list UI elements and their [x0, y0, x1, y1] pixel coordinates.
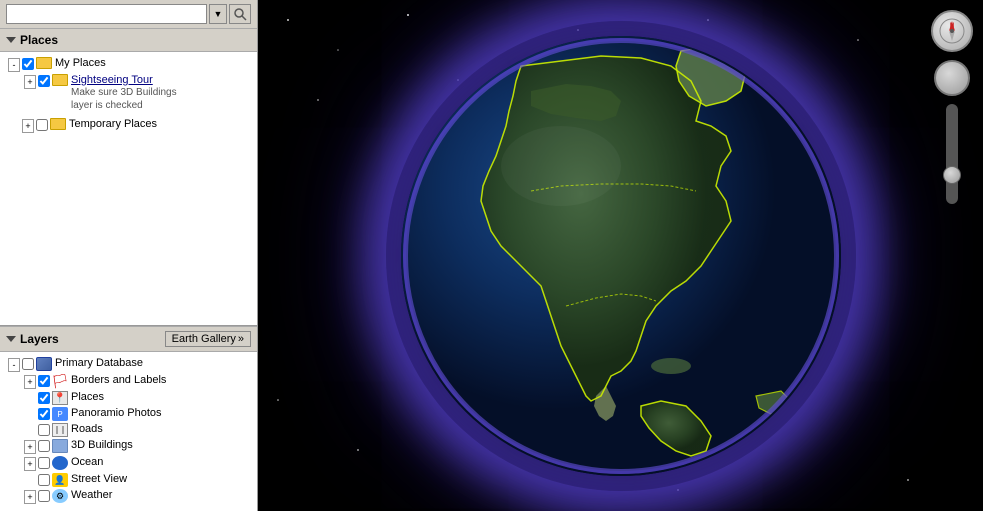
- search-go-btn[interactable]: [229, 4, 251, 24]
- sightseeing-checkbox[interactable]: [38, 75, 50, 87]
- list-item: 📍 Places: [0, 390, 257, 406]
- list-item: + 3D Buildings: [0, 438, 257, 455]
- earth-gallery-arrow: »: [238, 333, 244, 345]
- layers-label: Layers: [20, 332, 59, 346]
- layers-collapse-icon: [6, 336, 16, 342]
- earth-gallery-label: Earth Gallery: [172, 333, 236, 345]
- search-dropdown-btn[interactable]: ▼: [209, 4, 227, 24]
- ocean-icon: [52, 456, 68, 470]
- globe-container[interactable]: [401, 36, 841, 476]
- earth-gallery-btn[interactable]: Earth Gallery »: [165, 331, 251, 347]
- places-label: Places: [20, 33, 58, 47]
- zoom-track: [946, 104, 958, 204]
- layers-section: Layers Earth Gallery » - Primary Databas…: [0, 326, 257, 511]
- search-area: ▼: [0, 0, 257, 29]
- list-item: Roads: [0, 422, 257, 438]
- ocean-label[interactable]: Ocean: [71, 456, 103, 468]
- sightseeing-label[interactable]: Sightseeing Tour: [71, 74, 177, 86]
- temp-places-checkbox[interactable]: [36, 119, 48, 131]
- map-area[interactable]: N: [258, 0, 983, 511]
- places-layer-icon: 📍: [52, 391, 68, 405]
- map-controls: N: [931, 10, 973, 204]
- 3d-label[interactable]: 3D Buildings: [71, 439, 133, 451]
- list-item: + Temporary Places: [0, 117, 257, 134]
- street-view-icon: 👤: [52, 473, 68, 487]
- temp-places-label[interactable]: Temporary Places: [69, 118, 157, 130]
- roads-checkbox[interactable]: [38, 424, 50, 436]
- panoramio-checkbox[interactable]: [38, 408, 50, 420]
- primary-db-checkbox[interactable]: [22, 358, 34, 370]
- left-panel: ▼ Places - My Places +: [0, 0, 258, 511]
- primary-db-expand[interactable]: -: [8, 358, 20, 372]
- ocean-checkbox[interactable]: [38, 457, 50, 469]
- my-places-expand[interactable]: -: [8, 58, 20, 72]
- panoramio-icon: P: [52, 407, 68, 421]
- weather-icon: ⚙: [52, 489, 68, 503]
- places-content: - My Places + Sightseeing Tour Make sure…: [0, 52, 257, 138]
- layers-header-left: Layers: [6, 332, 59, 346]
- primary-db-icon: [36, 357, 52, 371]
- list-item: P Panoramio Photos: [0, 406, 257, 422]
- list-item: - My Places: [0, 56, 257, 73]
- temp-places-folder-icon: [50, 118, 66, 130]
- sightseeing-expand[interactable]: +: [24, 75, 36, 89]
- sightseeing-folder-icon: [52, 74, 68, 86]
- weather-checkbox[interactable]: [38, 490, 50, 502]
- list-item: + Ocean: [0, 455, 257, 472]
- weather-label[interactable]: Weather: [71, 489, 112, 501]
- 3d-expand[interactable]: +: [24, 440, 36, 454]
- globe[interactable]: [401, 36, 841, 476]
- 3d-icon: [52, 439, 68, 453]
- panoramio-label[interactable]: Panoramio Photos: [71, 407, 162, 419]
- borders-icon: 🏳: [52, 374, 68, 388]
- list-item: + 🏳 Borders and Labels: [0, 373, 257, 390]
- places-layer-label[interactable]: Places: [71, 391, 104, 403]
- globe-map-svg: [401, 36, 841, 476]
- street-view-label[interactable]: Street View: [71, 473, 127, 485]
- layers-header: Layers Earth Gallery »: [0, 326, 257, 352]
- list-item: + ⚙ Weather: [0, 488, 257, 505]
- search-input[interactable]: [6, 4, 207, 24]
- borders-checkbox[interactable]: [38, 375, 50, 387]
- primary-db-label[interactable]: Primary Database: [55, 357, 143, 369]
- borders-label[interactable]: Borders and Labels: [71, 374, 166, 386]
- borders-expand[interactable]: +: [24, 375, 36, 389]
- search-icon: [233, 7, 247, 21]
- list-item: + Sightseeing Tour Make sure 3D Building…: [0, 73, 257, 113]
- 3d-checkbox[interactable]: [38, 440, 50, 452]
- street-view-checkbox[interactable]: [38, 474, 50, 486]
- places-collapse-icon: [6, 37, 16, 43]
- weather-expand[interactable]: +: [24, 490, 36, 504]
- ocean-expand[interactable]: +: [24, 457, 36, 471]
- list-item: - Primary Database: [0, 356, 257, 373]
- list-item: 👤 Street View: [0, 472, 257, 488]
- layers-content: - Primary Database + 🏳 Borders and Label…: [0, 352, 257, 509]
- places-section: Places - My Places + Sightseeing Tour Ma…: [0, 29, 257, 326]
- places-layer-checkbox[interactable]: [38, 392, 50, 404]
- my-places-label[interactable]: My Places: [55, 57, 106, 69]
- my-places-folder-icon: [36, 57, 52, 69]
- compass-icon: N: [938, 17, 966, 45]
- temp-places-expand[interactable]: +: [22, 119, 34, 133]
- svg-text:N: N: [950, 23, 954, 29]
- my-places-checkbox[interactable]: [22, 58, 34, 70]
- roads-label[interactable]: Roads: [71, 423, 103, 435]
- places-header[interactable]: Places: [0, 29, 257, 52]
- sightseeing-subtext: Make sure 3D Buildingslayer is checked: [71, 86, 177, 112]
- nav-circle[interactable]: [934, 60, 970, 96]
- zoom-thumb[interactable]: [943, 166, 961, 184]
- roads-icon: [52, 423, 68, 437]
- compass-button[interactable]: N: [931, 10, 973, 52]
